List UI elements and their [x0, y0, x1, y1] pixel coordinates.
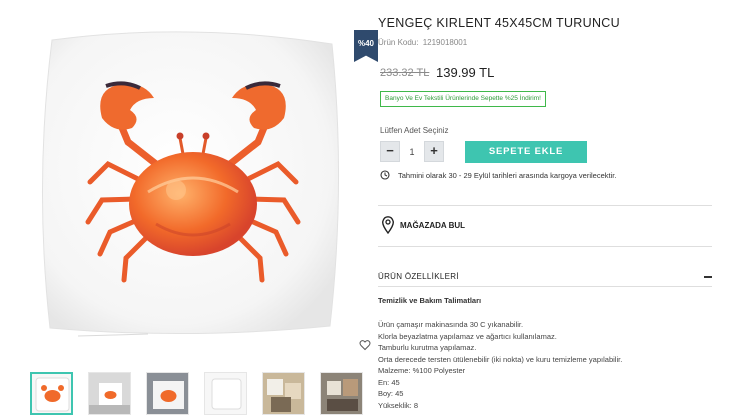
spec-lines: Ürün çamaşır makinasında 30 C yıkanabili… [378, 319, 622, 411]
spec-line: Ürün çamaşır makinasında 30 C yıkanabili… [378, 320, 524, 329]
thumbnail-3[interactable] [146, 372, 189, 415]
promo-badge: Banyo Ve Ev Tekstili Ürünlerinde Sepette… [380, 91, 546, 107]
product-title: YENGEÇ KIRLENT 45X45CM TURUNCU [378, 16, 620, 30]
care-title: Temizlik ve Bakım Talimatları [378, 296, 482, 305]
thumbnail-1[interactable] [30, 372, 73, 415]
thumbnail-strip [30, 372, 363, 415]
spec-line: Orta derecede tersten ütülenebilir (iki … [378, 354, 623, 364]
quantity-increase-button[interactable]: + [424, 141, 444, 162]
clock-icon [380, 170, 390, 180]
old-price: 233.32 TL [380, 67, 430, 79]
spec-line: Klorla beyazlatma yapılamaz ve ağartıcı … [378, 331, 557, 341]
minus-icon[interactable] [704, 276, 712, 278]
quantity-label: Lütfen Adet Seçiniz [380, 126, 449, 135]
quantity-stepper: − 1 + [380, 141, 444, 162]
sku-value: 1219018001 [422, 38, 468, 47]
spec-line: En: 45 [378, 377, 400, 387]
product-main-image[interactable]: %40 [28, 14, 378, 351]
pillow-crab-image [41, 31, 340, 337]
specs-accordion-header[interactable]: ÜRÜN ÖZELLİKLERİ [378, 272, 712, 281]
heart-outline-icon[interactable] [359, 339, 371, 351]
add-to-cart-button[interactable]: SEPETE EKLE [465, 141, 587, 163]
new-price: 139.99 TL [436, 65, 495, 80]
quantity-decrease-button[interactable]: − [380, 141, 400, 162]
sku-label: Ürün Kodu: [378, 38, 419, 47]
divider [378, 286, 712, 287]
shipping-text: Tahmini olarak 30 - 29 Eylül tarihleri a… [398, 170, 617, 180]
divider [378, 246, 712, 247]
thumbnail-6[interactable] [320, 372, 363, 415]
quantity-value[interactable]: 1 [400, 147, 424, 157]
thumbnail-4[interactable] [204, 372, 247, 415]
product-page: %40 YENGEÇ KIRLENT 45X45CM TURUNCU Ürün … [0, 0, 730, 420]
discount-badge: %40 [354, 30, 378, 62]
spec-line: Yükseklik: 8 [378, 400, 419, 410]
product-sku: Ürün Kodu: 1219018001 [378, 38, 467, 47]
spec-line: Tamburlu kurutma yapılamaz. [378, 343, 477, 352]
thumbnail-2[interactable] [88, 372, 131, 415]
map-pin-icon [382, 216, 394, 234]
spec-line: Malzeme: %100 Polyester [378, 366, 466, 375]
find-in-store-link[interactable]: MAĞAZADA BUL [382, 216, 465, 234]
spec-line: Boy: 45 [378, 389, 404, 398]
store-label: MAĞAZADA BUL [400, 220, 466, 230]
divider [378, 205, 712, 206]
shipping-estimate: Tahmini olarak 30 - 29 Eylül tarihleri a… [380, 170, 616, 180]
thumbnail-5[interactable] [262, 372, 305, 415]
specs-title: ÜRÜN ÖZELLİKLERİ [378, 272, 459, 281]
